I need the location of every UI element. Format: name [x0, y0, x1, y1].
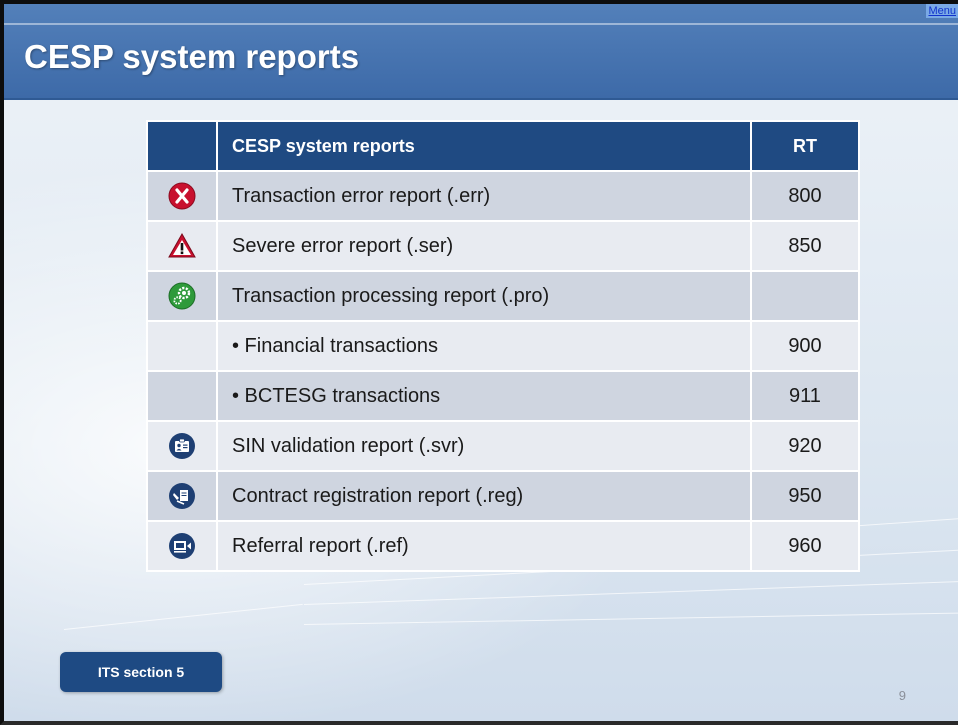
icon-cell	[146, 420, 218, 472]
page-number: 9	[898, 688, 906, 703]
row-rt: 920	[750, 420, 860, 472]
table-row: Transaction error report (.err) 800	[146, 170, 860, 222]
icon-cell	[146, 270, 218, 322]
menu-link[interactable]: Menu	[926, 4, 958, 18]
icon-cell	[146, 170, 218, 222]
row-label: Transaction processing report (.pro)	[216, 270, 752, 322]
row-label: Severe error report (.ser)	[216, 220, 752, 272]
icon-cell	[146, 320, 218, 372]
table-row: Severe error report (.ser) 850	[146, 220, 860, 272]
decorative-line	[303, 580, 958, 605]
table-header-row: CESP system reports RT	[146, 120, 860, 172]
row-label: SIN validation report (.svr)	[216, 420, 752, 472]
table-row: • BCTESG transactions 911	[146, 370, 860, 422]
referral-screen-icon	[169, 533, 195, 559]
row-label: Transaction error report (.err)	[216, 170, 752, 222]
id-card-icon	[169, 433, 195, 459]
reports-table: CESP system reports RT Transaction error…	[146, 120, 860, 572]
icon-cell	[146, 370, 218, 422]
row-label: • Financial transactions	[216, 320, 752, 372]
row-label: Referral report (.ref)	[216, 520, 752, 572]
row-label: Contract registration report (.reg)	[216, 470, 752, 522]
table-row: • Financial transactions 900	[146, 320, 860, 372]
table-row: Contract registration report (.reg) 950	[146, 470, 860, 522]
icon-column-header	[146, 120, 218, 172]
row-label: • BCTESG transactions	[216, 370, 752, 422]
error-x-icon	[168, 182, 196, 210]
table-row: SIN validation report (.svr) 920	[146, 420, 860, 472]
row-rt	[750, 270, 860, 322]
column-header-name: CESP system reports	[216, 120, 752, 172]
gears-icon	[168, 282, 196, 310]
row-rt: 911	[750, 370, 860, 422]
row-rt: 850	[750, 220, 860, 272]
row-rt: 950	[750, 470, 860, 522]
table-row: Referral report (.ref) 960	[146, 520, 860, 572]
contract-sign-icon	[169, 483, 195, 509]
slide: Menu CESP system reports CESP system rep…	[0, 0, 958, 725]
table-row: Transaction processing report (.pro)	[146, 270, 860, 322]
row-rt: 800	[750, 170, 860, 222]
icon-cell	[146, 520, 218, 572]
column-header-rt: RT	[750, 120, 860, 172]
slide-header: Menu CESP system reports	[4, 4, 958, 100]
decorative-line	[303, 612, 958, 625]
warning-triangle-icon	[168, 232, 196, 258]
page-title: CESP system reports	[24, 38, 360, 75]
header-separator	[4, 23, 958, 25]
row-rt: 960	[750, 520, 860, 572]
icon-cell	[146, 470, 218, 522]
row-rt: 900	[750, 320, 860, 372]
icon-cell	[146, 220, 218, 272]
its-section-button[interactable]: ITS section 5	[60, 652, 222, 692]
decorative-line	[63, 603, 303, 630]
